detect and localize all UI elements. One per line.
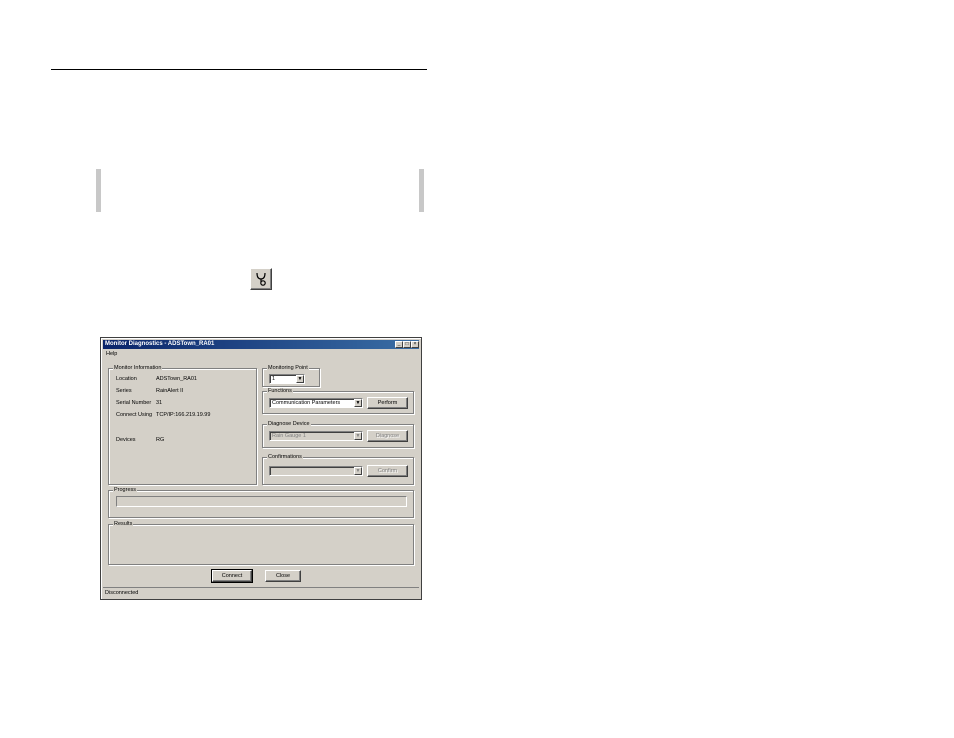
- field-location-label: Location: [116, 376, 137, 382]
- field-devices-label: Devices: [116, 437, 136, 443]
- confirm-button[interactable]: Confirm: [367, 465, 408, 477]
- close-window-button[interactable]: ×: [411, 341, 419, 348]
- progress-label: Progress: [113, 487, 138, 494]
- chevron-down-icon[interactable]: ▼: [296, 375, 304, 383]
- monitor-diagnostics-window: Monitor Diagnostics - ADSTown_RA01 _ □ ×…: [100, 337, 422, 600]
- confirmations-select[interactable]: ▼: [269, 466, 363, 476]
- results-label: Results: [113, 521, 134, 528]
- monitoring-point-select[interactable]: 1 ▼: [269, 374, 305, 384]
- diagnostics-toolbar-icon[interactable]: [250, 268, 272, 290]
- field-serial-number-label: Serial Number: [116, 400, 152, 406]
- maximize-button[interactable]: □: [403, 341, 411, 348]
- close-button[interactable]: Close: [265, 570, 301, 582]
- diagnose-button[interactable]: Diagnose: [367, 430, 408, 442]
- connect-button[interactable]: Connect: [211, 569, 253, 583]
- chevron-down-icon[interactable]: ▼: [354, 399, 362, 407]
- chevron-down-icon[interactable]: ▼: [354, 467, 362, 475]
- status-bar: Disconnected: [103, 587, 419, 598]
- diagnose-device-value: Rain Gauge 1: [272, 433, 306, 439]
- field-series-value: RainAlert II: [156, 388, 184, 394]
- status-text: Disconnected: [105, 590, 139, 596]
- field-location-value: ADSTown_RA01: [156, 376, 197, 382]
- minimize-button[interactable]: _: [395, 341, 403, 348]
- menu-help[interactable]: Help: [106, 351, 117, 357]
- monitor-information-group: Monitor Information Location ADSTown_RA0…: [108, 365, 257, 485]
- note-bar-left: [96, 169, 101, 212]
- monitor-information-label: Monitor Information: [113, 365, 163, 372]
- confirmations-label: Confirmations: [267, 454, 303, 461]
- field-connect-using-label: Connect Using: [116, 412, 153, 418]
- field-series-label: Series: [116, 388, 132, 394]
- progress-bar: [116, 496, 407, 507]
- monitoring-point-value: 1: [272, 376, 276, 382]
- functions-label: Functions: [267, 388, 293, 395]
- note-bar-right: [419, 169, 424, 212]
- diagnose-device-label: Diagnose Device: [267, 421, 311, 428]
- page-header-rule: [51, 69, 427, 70]
- monitoring-point-group: Monitoring Point 1 ▼: [262, 365, 320, 387]
- field-devices-value: RG: [156, 437, 165, 443]
- menu-bar: Help: [103, 350, 419, 359]
- window-title: Monitor Diagnostics - ADSTown_RA01: [105, 341, 215, 347]
- diagnose-device-group: Diagnose Device Rain Gauge 1 ▼ Diagnose: [262, 421, 414, 448]
- stethoscope-icon: [256, 272, 266, 286]
- monitoring-point-label: Monitoring Point: [267, 365, 309, 372]
- field-connect-using-value: TCP/IP:166.219.19.99: [156, 412, 211, 418]
- chevron-down-icon[interactable]: ▼: [354, 432, 362, 440]
- field-serial-number-value: 31: [156, 400, 163, 406]
- functions-group: Functions Communication Parameters ▼ Per…: [262, 388, 414, 414]
- results-group: Results: [108, 521, 414, 565]
- diagnose-device-select[interactable]: Rain Gauge 1 ▼: [269, 431, 363, 441]
- functions-select[interactable]: Communication Parameters ▼: [269, 398, 363, 408]
- functions-value: Communication Parameters: [272, 400, 341, 406]
- confirmations-group: Confirmations ▼ Confirm: [262, 454, 414, 485]
- title-bar[interactable]: Monitor Diagnostics - ADSTown_RA01 _ □ ×: [103, 340, 419, 349]
- perform-button[interactable]: Perform: [367, 397, 408, 409]
